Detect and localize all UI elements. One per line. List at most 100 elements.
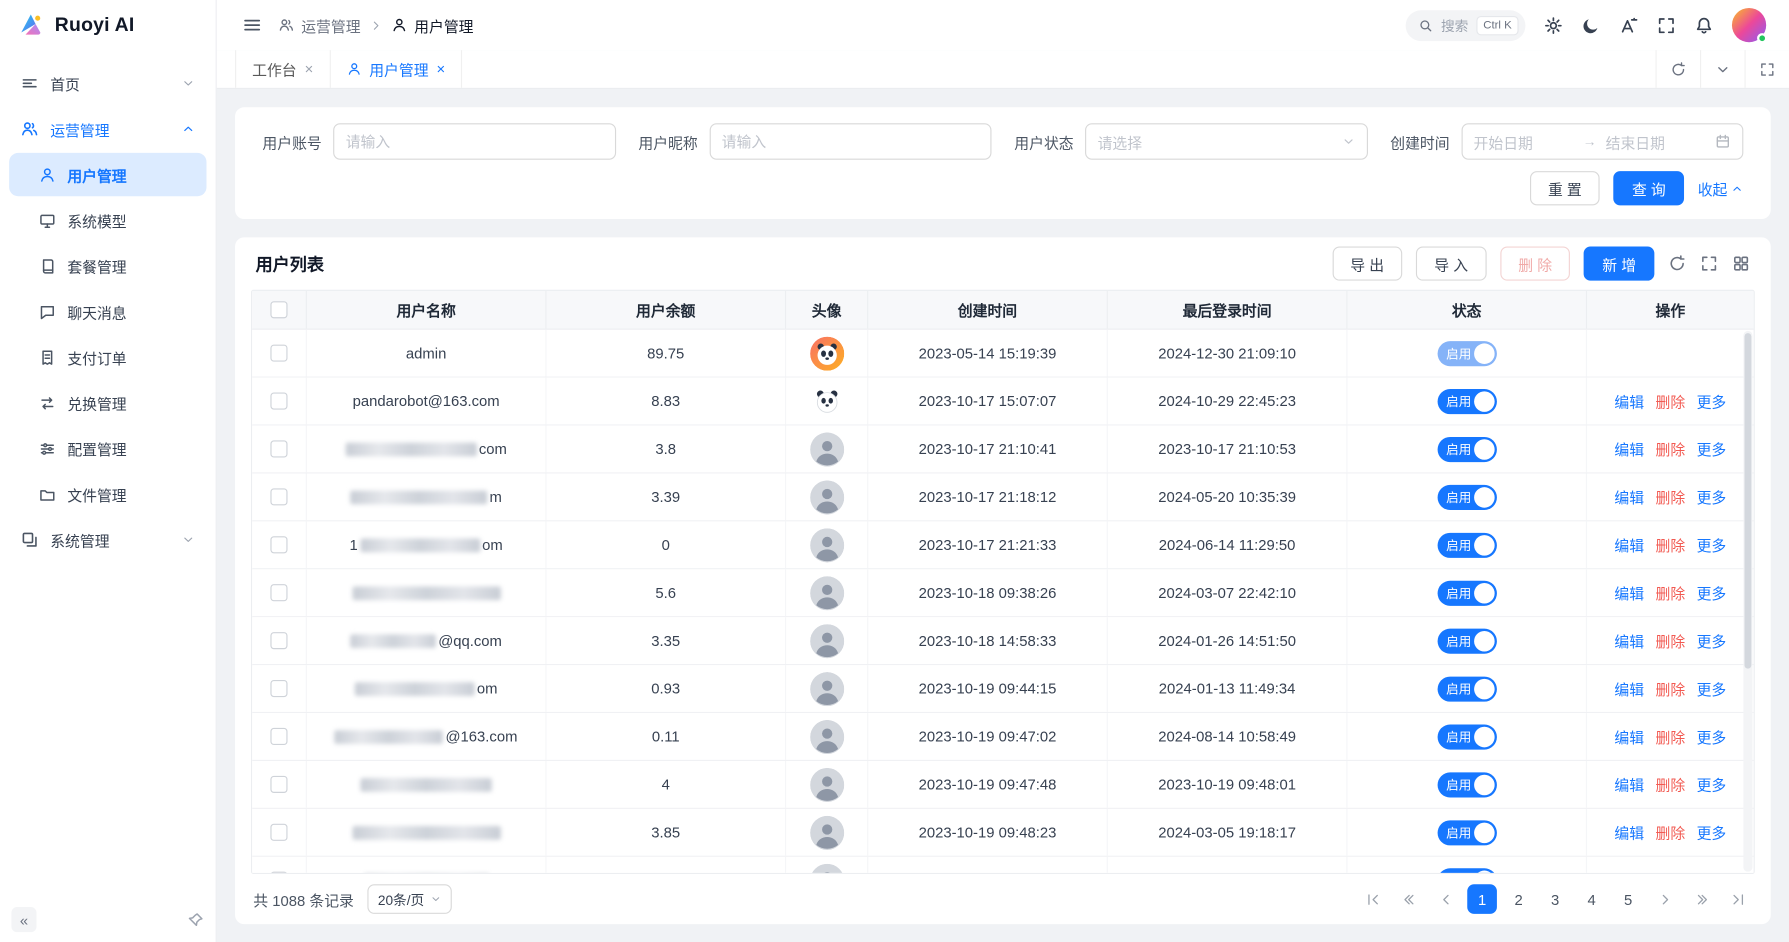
row-checkbox[interactable] xyxy=(270,728,287,745)
close-icon[interactable]: × xyxy=(305,62,314,77)
table-scrollbar[interactable] xyxy=(1743,331,1752,872)
sidebar-item-users[interactable]: 用户管理 xyxy=(9,153,206,196)
status-toggle[interactable]: 启用 xyxy=(1437,676,1496,701)
status-toggle[interactable]: 启用 xyxy=(1437,484,1496,509)
edit-link[interactable]: 编辑 xyxy=(1614,390,1644,412)
last-page-button[interactable] xyxy=(1723,884,1753,914)
status-toggle[interactable]: 启用 xyxy=(1437,868,1496,873)
page-button[interactable]: 4 xyxy=(1577,884,1607,914)
row-checkbox[interactable] xyxy=(270,440,287,457)
page-button[interactable]: 5 xyxy=(1613,884,1643,914)
sidebar-item-home[interactable]: 首页 xyxy=(9,62,206,105)
refresh-tab-button[interactable] xyxy=(1656,50,1700,88)
edit-link[interactable]: 编辑 xyxy=(1614,821,1644,843)
page-size-select[interactable]: 20条/页 xyxy=(368,884,452,914)
export-button[interactable]: 导 出 xyxy=(1332,246,1402,280)
row-checkbox[interactable] xyxy=(270,824,287,841)
more-link[interactable]: 更多 xyxy=(1697,630,1727,652)
delete-link[interactable]: 删除 xyxy=(1655,821,1685,843)
row-checkbox[interactable] xyxy=(270,392,287,409)
row-checkbox[interactable] xyxy=(270,872,287,873)
settings-icon[interactable] xyxy=(1544,15,1563,34)
delete-link[interactable]: 删除 xyxy=(1655,774,1685,796)
more-link[interactable]: 更多 xyxy=(1697,486,1727,508)
status-toggle[interactable]: 启用 xyxy=(1437,820,1496,845)
edit-link[interactable]: 编辑 xyxy=(1614,774,1644,796)
delete-link[interactable]: 删除 xyxy=(1655,390,1685,412)
column-settings-icon[interactable] xyxy=(1732,254,1750,272)
jump-back-button[interactable] xyxy=(1394,884,1424,914)
status-toggle[interactable]: 启用 xyxy=(1437,388,1496,413)
row-checkbox[interactable] xyxy=(270,536,287,553)
delete-button[interactable]: 删 除 xyxy=(1500,246,1570,280)
sidebar-item-config[interactable]: 配置管理 xyxy=(9,427,206,470)
row-checkbox[interactable] xyxy=(270,632,287,649)
edit-link[interactable]: 编辑 xyxy=(1614,486,1644,508)
more-link[interactable]: 更多 xyxy=(1697,726,1727,748)
first-page-button[interactable] xyxy=(1358,884,1388,914)
row-checkbox[interactable] xyxy=(270,345,287,362)
sidebar-item-system[interactable]: 系统管理 xyxy=(9,518,206,561)
user-account-input[interactable] xyxy=(346,133,603,150)
status-toggle[interactable]: 启用 xyxy=(1437,724,1496,749)
edit-link[interactable]: 编辑 xyxy=(1614,582,1644,604)
refresh-icon[interactable] xyxy=(1668,254,1686,272)
notification-bell-icon[interactable] xyxy=(1694,15,1713,34)
reset-button[interactable]: 重 置 xyxy=(1530,171,1600,205)
delete-link[interactable]: 删除 xyxy=(1655,534,1685,556)
collapse-filters-link[interactable]: 收起 xyxy=(1698,177,1744,199)
edit-link[interactable]: 编辑 xyxy=(1614,534,1644,556)
user-status-select[interactable]: 请选择 xyxy=(1085,123,1367,160)
language-icon[interactable] xyxy=(1619,15,1638,34)
row-checkbox[interactable] xyxy=(270,584,287,601)
import-button[interactable]: 导 入 xyxy=(1416,246,1486,280)
content-fullscreen-button[interactable] xyxy=(1744,50,1788,88)
delete-link[interactable]: 删除 xyxy=(1655,582,1685,604)
more-link[interactable]: 更多 xyxy=(1697,390,1727,412)
status-toggle[interactable]: 启用 xyxy=(1437,532,1496,557)
delete-link[interactable]: 删除 xyxy=(1655,678,1685,700)
sidebar-item-files[interactable]: 文件管理 xyxy=(9,472,206,515)
sidebar-item-plans[interactable]: 套餐管理 xyxy=(9,244,206,287)
sidebar-item-chat[interactable]: 聊天消息 xyxy=(9,290,206,333)
sidebar-item-redeem[interactable]: 兑换管理 xyxy=(9,381,206,424)
search-button[interactable]: 查 询 xyxy=(1614,171,1684,205)
prev-page-button[interactable] xyxy=(1431,884,1461,914)
more-link[interactable]: 更多 xyxy=(1697,582,1727,604)
delete-link[interactable]: 删除 xyxy=(1655,438,1685,460)
fullscreen-icon[interactable] xyxy=(1657,15,1676,34)
sidebar-item-operations[interactable]: 运营管理 xyxy=(9,107,206,150)
edit-link[interactable]: 编辑 xyxy=(1614,726,1644,748)
status-toggle[interactable]: 启用 xyxy=(1437,772,1496,797)
tab-user-management[interactable]: 用户管理 × xyxy=(330,50,462,88)
moon-icon[interactable] xyxy=(1581,15,1600,34)
expand-icon[interactable] xyxy=(1700,254,1718,272)
next-page-button[interactable] xyxy=(1650,884,1680,914)
more-link[interactable]: 更多 xyxy=(1697,678,1727,700)
status-toggle[interactable]: 启用 xyxy=(1437,341,1496,366)
more-link[interactable]: 更多 xyxy=(1697,821,1727,843)
page-button[interactable]: 3 xyxy=(1540,884,1570,914)
jump-forward-button[interactable] xyxy=(1686,884,1716,914)
more-link[interactable]: 更多 xyxy=(1697,774,1727,796)
delete-link[interactable]: 删除 xyxy=(1655,630,1685,652)
sidebar-item-orders[interactable]: 支付订单 xyxy=(9,335,206,378)
hamburger-icon[interactable] xyxy=(242,15,263,36)
user-avatar[interactable] xyxy=(1732,8,1766,42)
more-link[interactable]: 更多 xyxy=(1697,869,1727,872)
edit-link[interactable]: 编辑 xyxy=(1614,630,1644,652)
page-button[interactable]: 2 xyxy=(1504,884,1534,914)
delete-link[interactable]: 删除 xyxy=(1655,726,1685,748)
tab-workbench[interactable]: 工作台 × xyxy=(235,50,330,88)
scrollbar-thumb[interactable] xyxy=(1744,333,1751,668)
row-checkbox[interactable] xyxy=(270,680,287,697)
status-toggle[interactable]: 启用 xyxy=(1437,436,1496,461)
row-checkbox[interactable] xyxy=(270,776,287,793)
page-button[interactable]: 1 xyxy=(1467,884,1497,914)
global-search[interactable]: 搜索 Ctrl K xyxy=(1406,10,1526,41)
edit-link[interactable]: 编辑 xyxy=(1614,869,1644,872)
add-button[interactable]: 新 增 xyxy=(1584,246,1654,280)
date-range-picker[interactable]: 开始日期 → 结束日期 xyxy=(1461,123,1743,160)
delete-link[interactable]: 删除 xyxy=(1655,486,1685,508)
select-all-checkbox[interactable] xyxy=(270,301,287,318)
